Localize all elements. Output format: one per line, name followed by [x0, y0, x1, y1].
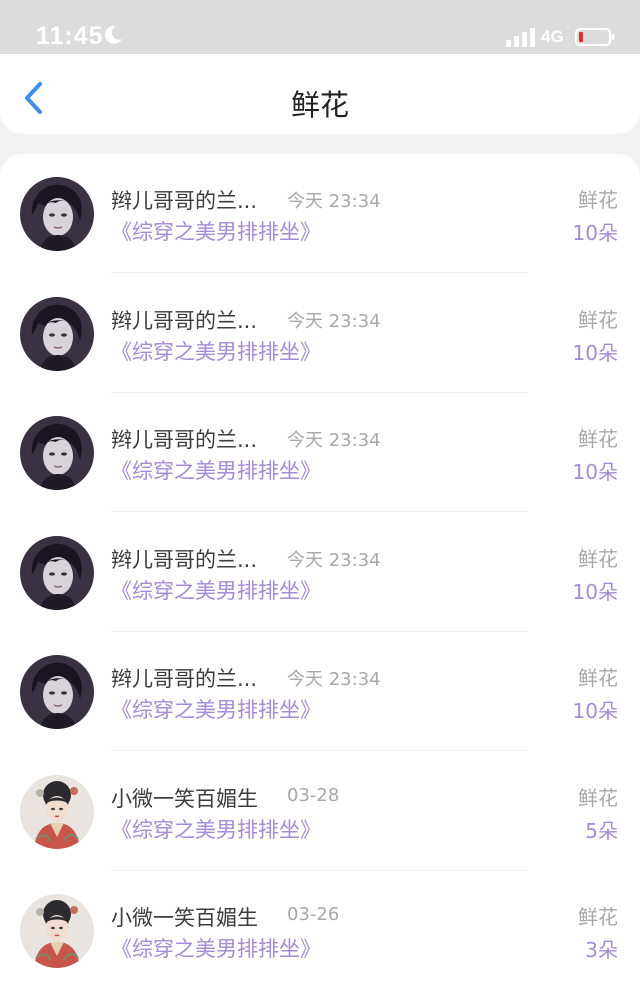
- gift-type: 鲜花: [578, 427, 618, 451]
- book-title[interactable]: 《综穿之美男排排坐》: [111, 933, 321, 963]
- timestamp: 03-26: [287, 904, 340, 925]
- user-name[interactable]: 小微一笑百媚生: [111, 902, 258, 932]
- gift-type: 鲜花: [578, 785, 618, 810]
- male-portrait-image: [20, 296, 94, 371]
- gift-type: 鲜花: [578, 905, 618, 929]
- gift-count: 5朵: [585, 818, 618, 843]
- moon-icon: [105, 25, 122, 44]
- timestamp: 03-28: [287, 784, 340, 806]
- timestamp: 今天 23:34: [287, 310, 381, 332]
- gift-count: 10朵: [572, 699, 618, 723]
- user-name[interactable]: 辫儿哥哥的兰...: [111, 663, 257, 693]
- user-name[interactable]: 辫儿哥哥的兰...: [111, 305, 257, 335]
- record-row-1[interactable]: 辫儿哥哥的兰... 今天 23:34 《综穿之美男排排坐》 鲜花 10朵: [0, 154, 640, 273]
- avatar[interactable]: [20, 177, 94, 251]
- record-row-6[interactable]: 小微一笑百媚生 03-28 《综穿之美男排排坐》 鲜花 5朵: [0, 752, 640, 871]
- user-name[interactable]: 小微一笑百媚生: [111, 783, 258, 813]
- gift-type: 鲜花: [578, 546, 618, 571]
- male-portrait-image: [20, 416, 94, 490]
- avatar[interactable]: [20, 296, 94, 371]
- book-title[interactable]: 《综穿之美男排排坐》: [111, 575, 321, 605]
- network-label: 4G: [541, 27, 564, 46]
- male-portrait-image: [20, 655, 94, 729]
- record-row-3[interactable]: 辫儿哥哥的兰... 今天 23:34 《综穿之美男排排坐》 鲜花 10朵: [0, 393, 640, 512]
- page-title: 鲜花: [290, 88, 349, 122]
- gift-type: 鲜花: [578, 188, 618, 212]
- male-portrait-image: [20, 177, 94, 251]
- gift-count: 10朵: [572, 460, 618, 484]
- book-title[interactable]: 《综穿之美男排排坐》: [111, 814, 321, 844]
- user-name[interactable]: 辫儿哥哥的兰...: [111, 424, 257, 454]
- gift-type: 鲜花: [578, 307, 618, 332]
- user-name[interactable]: 辫儿哥哥的兰...: [111, 544, 257, 574]
- costume-illustration-image: [20, 774, 94, 849]
- status-bar: 11:45 4G: [0, 0, 640, 54]
- gift-count: 10朵: [572, 340, 618, 365]
- avatar[interactable]: [20, 774, 94, 849]
- timestamp: 今天 23:34: [287, 191, 381, 212]
- record-row-4[interactable]: 辫儿哥哥的兰... 今天 23:34 《综穿之美男排排坐》 鲜花 10朵: [0, 513, 640, 632]
- timestamp: 今天 23:34: [287, 549, 381, 571]
- flower-record-list: 辫儿哥哥的兰... 今天 23:34 《综穿之美男排排坐》 鲜花 10朵 辫儿哥…: [0, 154, 640, 984]
- user-name[interactable]: 辫儿哥哥的兰...: [111, 185, 257, 215]
- battery-icon: [575, 28, 615, 46]
- nav-bar: 鲜花: [0, 54, 640, 134]
- avatar[interactable]: [20, 535, 94, 610]
- avatar[interactable]: [20, 416, 94, 490]
- record-row-7[interactable]: 小微一笑百媚生 03-26 《综穿之美男排排坐》 鲜花 3朵: [0, 871, 640, 984]
- timestamp: 今天 23:34: [287, 430, 381, 451]
- record-row-2[interactable]: 辫儿哥哥的兰... 今天 23:34 《综穿之美男排排坐》 鲜花 10朵: [0, 274, 640, 393]
- avatar[interactable]: [20, 894, 94, 968]
- male-portrait-image: [20, 535, 94, 610]
- gift-count: 10朵: [572, 579, 618, 604]
- book-title[interactable]: 《综穿之美男排排坐》: [111, 455, 321, 485]
- timestamp: 今天 23:34: [287, 669, 381, 690]
- gift-type: 鲜花: [578, 666, 618, 690]
- book-title[interactable]: 《综穿之美男排排坐》: [111, 216, 321, 246]
- gift-count: 3朵: [585, 938, 618, 962]
- record-row-5[interactable]: 辫儿哥哥的兰... 今天 23:34 《综穿之美男排排坐》 鲜花 10朵: [0, 632, 640, 751]
- costume-illustration-image: [20, 894, 94, 968]
- book-title[interactable]: 《综穿之美男排排坐》: [111, 694, 321, 724]
- avatar[interactable]: [20, 655, 94, 729]
- book-title[interactable]: 《综穿之美男排排坐》: [111, 336, 321, 366]
- status-time: 11:45: [36, 22, 104, 50]
- gift-count: 10朵: [572, 221, 618, 245]
- signal-icon: [506, 28, 535, 47]
